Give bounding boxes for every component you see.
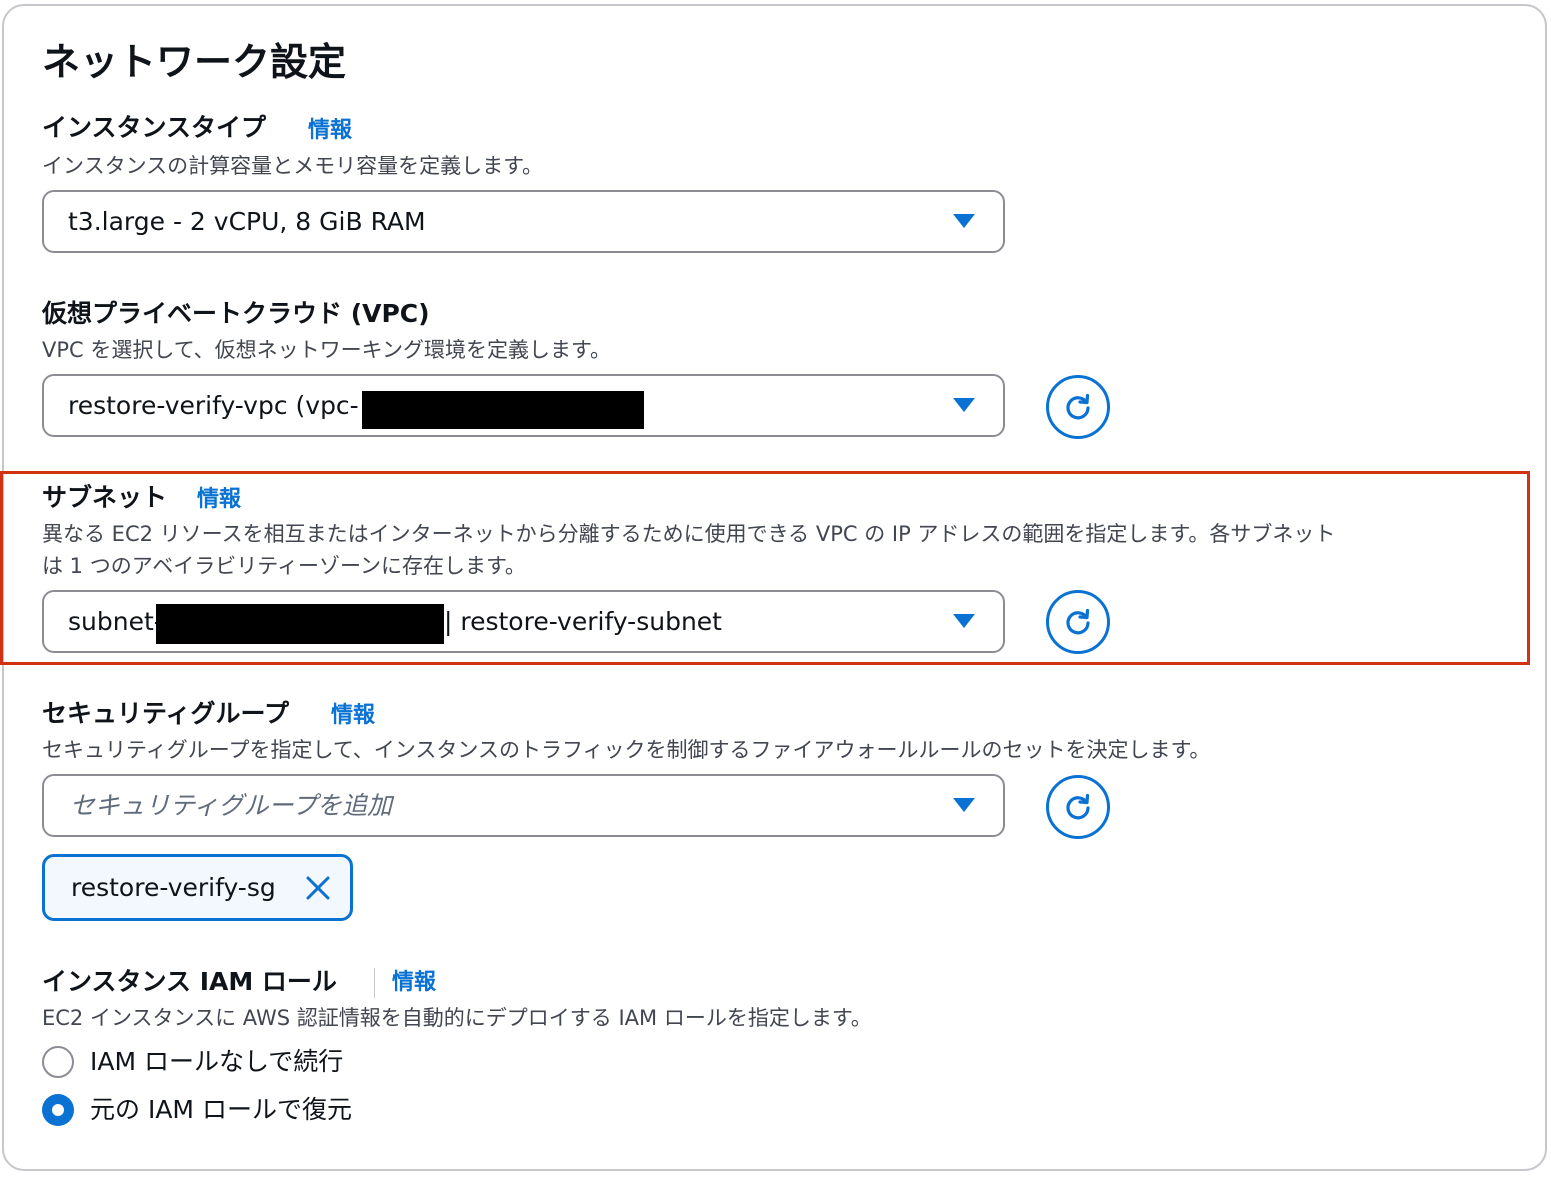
caret-down-icon [953, 214, 975, 228]
vpc-label: 仮想プライベートクラウド (VPC) [42, 299, 430, 328]
section-title: ネットワーク設定 [42, 40, 347, 84]
vpc-select[interactable]: restore-verify-vpc (vpc- [42, 374, 1005, 437]
subnet-description-line1: 異なる EC2 リソースを相互またはインターネットから分離するために使用できる … [42, 522, 1336, 546]
radio-no-iam-role-label[interactable]: IAM ロールなしで続行 [90, 1045, 343, 1079]
subnet-select[interactable]: subnet- | restore-verify-subnet [42, 590, 1005, 653]
close-icon[interactable] [305, 875, 331, 901]
security-group-token: restore-verify-sg [42, 854, 353, 921]
redacted-subnet-id [156, 604, 444, 644]
vpc-value: restore-verify-vpc (vpc- [68, 391, 359, 420]
caret-down-icon [953, 798, 975, 812]
subnet-value-suffix: | restore-verify-subnet [444, 607, 722, 636]
instance-type-description: インスタンスの計算容量とメモリ容量を定義します。 [42, 154, 544, 178]
subnet-refresh-button[interactable] [1046, 590, 1110, 654]
iam-role-description: EC2 インスタンスに AWS 認証情報を自動的にデプロイする IAM ロールを… [42, 1006, 872, 1030]
refresh-icon [1066, 393, 1090, 420]
redacted-vpc-id [362, 391, 644, 429]
subnet-value-prefix: subnet- [68, 607, 163, 636]
instance-type-info-link[interactable]: 情報 [308, 116, 352, 146]
radio-restore-original-iam-role-label[interactable]: 元の IAM ロールで復元 [90, 1093, 352, 1127]
subnet-info-link[interactable]: 情報 [197, 485, 241, 515]
security-group-info-link[interactable]: 情報 [331, 701, 375, 731]
iam-role-label: インスタンス IAM ロール [42, 967, 337, 996]
radio-no-iam-role[interactable] [42, 1046, 74, 1078]
security-group-description: セキュリティグループを指定して、インスタンスのトラフィックを制御するファイアウォ… [42, 738, 1211, 762]
label-divider [374, 968, 375, 998]
subnet-label: サブネット [42, 483, 168, 512]
security-group-refresh-button[interactable] [1046, 775, 1110, 839]
security-group-select[interactable]: セキュリティグループを追加 [42, 774, 1005, 837]
vpc-description: VPC を選択して、仮想ネットワーキング環境を定義します。 [42, 338, 611, 362]
vpc-refresh-button[interactable] [1046, 375, 1110, 439]
refresh-icon [1066, 793, 1090, 820]
instance-type-label: インスタンスタイプ [42, 113, 267, 142]
iam-role-info-link[interactable]: 情報 [392, 968, 436, 998]
radio-restore-original-iam-role[interactable] [42, 1094, 74, 1126]
security-group-label: セキュリティグループ [42, 699, 290, 728]
caret-down-icon [953, 398, 975, 412]
caret-down-icon [953, 614, 975, 628]
subnet-description-line2: は 1 つのアベイラビリティーゾーンに存在します。 [42, 554, 526, 578]
refresh-icon [1066, 608, 1090, 635]
security-group-token-label: restore-verify-sg [71, 873, 276, 902]
instance-type-value: t3.large - 2 vCPU, 8 GiB RAM [68, 207, 426, 236]
instance-type-select[interactable]: t3.large - 2 vCPU, 8 GiB RAM [42, 190, 1005, 253]
security-group-placeholder: セキュリティグループを追加 [70, 791, 393, 820]
